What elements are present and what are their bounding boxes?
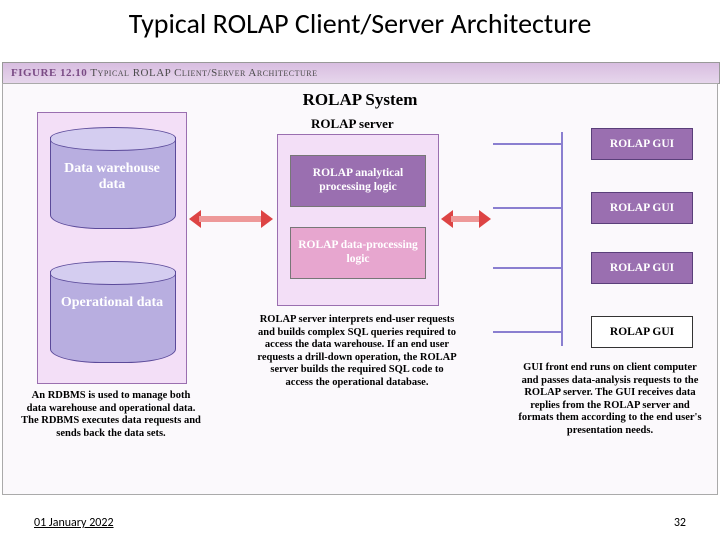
operational-data-cylinder: Operational data <box>50 261 174 371</box>
rolap-gui-box-2: ROLAP GUI <box>591 192 693 224</box>
arrow-db-server <box>189 210 273 228</box>
gui-note: GUI front end runs on client computer an… <box>517 362 703 438</box>
footer-date: 01 January 2022 <box>34 516 114 530</box>
system-header: ROLAP System <box>303 90 418 110</box>
data-warehouse-cylinder: Data warehouse data <box>50 127 174 237</box>
slide: Typical ROLAP Client/Server Architecture… <box>0 0 720 540</box>
rolap-server-header: ROLAP server <box>311 116 394 132</box>
data-processing-logic-box: ROLAP data-processing logic <box>290 227 426 279</box>
rdbms-box: Data warehouse data Operational data <box>37 112 187 384</box>
data-warehouse-label: Data warehouse data <box>50 161 174 193</box>
operational-data-label: Operational data <box>50 295 174 311</box>
rolap-server-note: ROLAP server interprets end-user request… <box>257 314 457 390</box>
diagram-area: ROLAP System Data warehouse data Operati… <box>2 83 718 495</box>
analytical-logic-box: ROLAP analytical processing logic <box>290 155 426 207</box>
figure-caption-bar: FIGURE 12.10 Typical ROLAP Client/Server… <box>2 62 720 84</box>
rolap-server-box: ROLAP analytical processing logic ROLAP … <box>277 134 439 306</box>
figure-number: FIGURE 12.10 <box>11 67 87 79</box>
arrow-server-clients <box>441 210 491 228</box>
rolap-gui-box-1: ROLAP GUI <box>591 128 693 160</box>
figure-caption: FIGURE 12.10 Typical ROLAP Client/Server… <box>3 63 719 83</box>
page-number: 32 <box>674 516 686 530</box>
rdbms-note: An RDBMS is used to manage both data war… <box>21 390 201 440</box>
figure-caption-text: Typical ROLAP Client/Server Architecture <box>87 67 317 79</box>
rolap-gui-box-4: ROLAP GUI <box>591 316 693 348</box>
page-title: Typical ROLAP Client/Server Architecture <box>0 0 720 41</box>
client-bracket <box>493 132 563 346</box>
rolap-gui-box-3: ROLAP GUI <box>591 252 693 284</box>
